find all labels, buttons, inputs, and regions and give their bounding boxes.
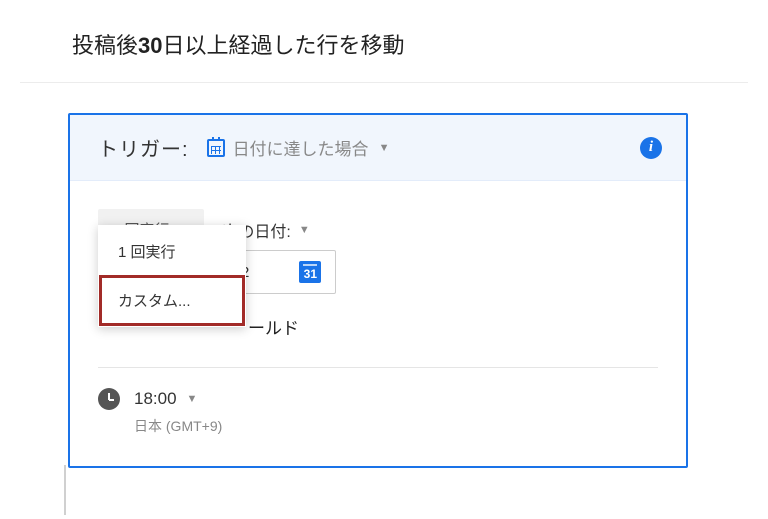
trigger-label: トリガー: <box>98 133 189 162</box>
divider-top <box>20 82 748 83</box>
section-divider <box>98 367 658 368</box>
page-title: 投稿後30日以上経過した行を移動 <box>0 0 768 82</box>
date-row: 2 31 <box>226 250 658 294</box>
clock-icon <box>98 388 120 410</box>
title-post: 日以上経過した行を移動 <box>163 33 405 58</box>
chevron-down-icon: ▼ <box>379 142 390 154</box>
field-tail-text: ールド <box>248 314 658 339</box>
card-body: 1 回実行 ▼ 次の日付: ▼ 1 回実行 カスタム... 2 31 ールド 1… <box>70 181 686 436</box>
timezone-label: 日本 (GMT+9) <box>134 416 658 436</box>
trigger-card: トリガー: 日付に達した場合 ▼ i 1 回実行 ▼ 次の日付: ▼ 1 回実行… <box>68 113 688 468</box>
time-selector[interactable]: 18:00 ▼ <box>134 389 197 409</box>
calendar-icon <box>207 139 225 157</box>
dropdown-option-custom[interactable]: カスタム... <box>100 276 244 325</box>
trigger-type-text: 日付に達した場合 <box>233 135 369 160</box>
title-bold: 30 <box>138 33 162 58</box>
frequency-dropdown: 1 回実行 カスタム... <box>98 225 246 327</box>
chevron-down-icon: ▼ <box>299 224 310 236</box>
info-icon[interactable]: i <box>640 137 662 159</box>
trigger-type-selector[interactable]: 日付に達した場合 ▼ <box>207 135 390 160</box>
card-header: トリガー: 日付に達した場合 ▼ i <box>70 115 686 181</box>
flow-connector <box>64 465 66 515</box>
time-value: 18:00 <box>134 389 177 409</box>
chevron-down-icon: ▼ <box>187 393 198 405</box>
title-pre: 投稿後 <box>72 33 138 58</box>
time-row: 18:00 ▼ <box>98 388 658 410</box>
date-picker-icon[interactable]: 31 <box>299 261 321 283</box>
dropdown-option-once[interactable]: 1 回実行 <box>100 227 244 276</box>
